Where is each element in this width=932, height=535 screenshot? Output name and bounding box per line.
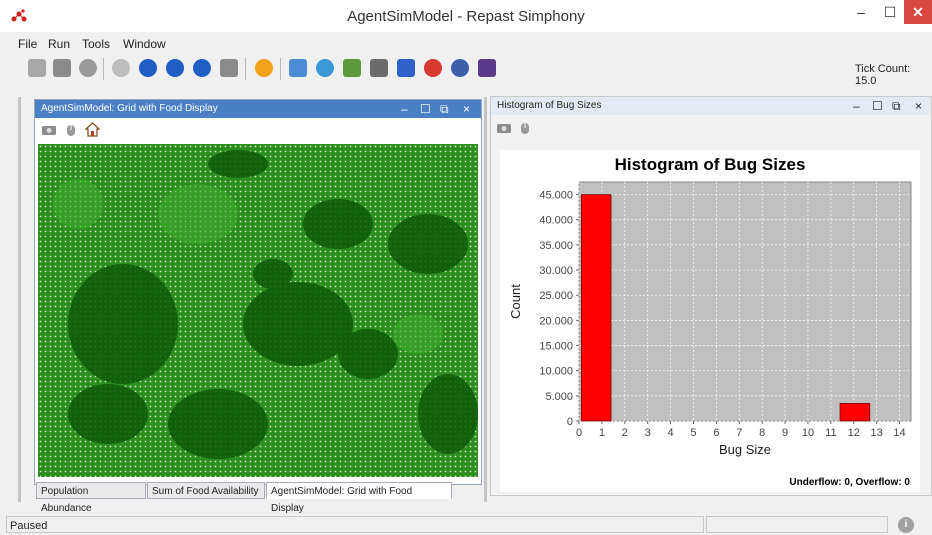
start-run-icon[interactable] <box>139 59 157 77</box>
camera-icon[interactable] <box>496 121 512 134</box>
step-run-icon[interactable] <box>166 59 184 77</box>
grid-panel-minimize-icon[interactable]: – <box>401 100 408 118</box>
underflow-overflow-label: Underflow: 0, Overflow: 0 <box>789 477 910 488</box>
x-tick-label: 12 <box>848 427 860 439</box>
chart-icon[interactable] <box>397 59 415 77</box>
database-icon[interactable] <box>79 59 97 77</box>
histogram-chart-area: Histogram of Bug Sizes 0 5.000 10.000 15.00… <box>500 150 920 492</box>
info-icon[interactable]: i <box>898 517 914 533</box>
histogram-panel-restore-icon[interactable]: ⧉ <box>892 97 901 115</box>
menu-bar: File Run Tools Window <box>0 34 932 52</box>
batch-run-icon[interactable] <box>255 59 273 77</box>
grid-panel-maximize-icon[interactable]: ☐ <box>420 100 431 118</box>
x-tick-label: 6 <box>713 427 719 439</box>
y-axis-label: Count <box>508 284 523 319</box>
x-tick-label: 9 <box>782 427 788 439</box>
server-icon[interactable] <box>451 59 469 77</box>
grid-display-panel: AgentSimModel: Grid with Food Display – … <box>34 99 482 485</box>
histogram-bar[interactable] <box>580 194 612 422</box>
menu-window[interactable]: Window <box>123 37 166 51</box>
grid-food-display[interactable] <box>38 144 478 477</box>
toolbar-separator <box>280 58 281 80</box>
x-tick-label: 10 <box>802 427 814 439</box>
histogram-panel-title-bar: Histogram of Bug Sizes – ☐ ⧉ × <box>491 97 931 115</box>
x-tick-label: 5 <box>690 427 696 439</box>
center-splitter[interactable] <box>484 97 487 502</box>
toolbar-separator <box>245 58 246 80</box>
y-tick-label: 45.000 <box>539 190 573 202</box>
menu-tools[interactable]: Tools <box>82 37 110 51</box>
y-tick-label: 5.000 <box>545 391 573 403</box>
histogram-panel-title: Histogram of Bug Sizes <box>497 100 602 111</box>
plot-background <box>578 181 912 422</box>
histogram-panel-minimize-icon[interactable]: – <box>853 97 860 115</box>
y-tick-label: 15.000 <box>539 341 573 353</box>
reset-run-icon[interactable] <box>220 59 238 77</box>
image-export-icon[interactable] <box>343 59 361 77</box>
status-progress-area <box>706 516 888 533</box>
x-axis-label: Bug Size <box>719 442 771 457</box>
window-title: AgentSimModel - Repast Simphony <box>347 8 585 25</box>
mouse-icon[interactable] <box>65 122 77 137</box>
status-message-area <box>6 516 704 533</box>
menu-file[interactable]: File <box>18 37 37 51</box>
x-tick-label: 14 <box>893 427 905 439</box>
y-tick-label: 25.000 <box>539 290 573 302</box>
load-model-icon[interactable] <box>28 59 46 77</box>
chart-title: Histogram of Bug Sizes <box>615 155 806 174</box>
grid-panel-title-bar: AgentSimModel: Grid with Food Display – … <box>35 100 481 118</box>
y-tick-label: 20.000 <box>539 315 573 327</box>
x-tick-label: 13 <box>871 427 883 439</box>
tab-sum-of-food-availability[interactable]: Sum of Food Availability <box>147 482 265 499</box>
histogram-chart: Histogram of Bug Sizes 0 5.000 10.000 15.00… <box>508 155 912 488</box>
x-tick-label: 11 <box>825 427 836 439</box>
agent-browser-icon[interactable] <box>316 59 334 77</box>
menu-run[interactable]: Run <box>48 37 70 51</box>
y-tick-label: 0 <box>567 416 573 428</box>
x-tick-label: 3 <box>645 427 651 439</box>
grid-panel-close-icon[interactable]: × <box>463 100 470 118</box>
histogram-panel-maximize-icon[interactable]: ☐ <box>872 97 883 115</box>
x-tick-label: 2 <box>622 427 628 439</box>
settings-icon[interactable] <box>370 59 388 77</box>
camera-icon[interactable] <box>41 123 57 136</box>
x-tick-label: 7 <box>736 427 742 439</box>
x-tick-label: 0 <box>576 427 582 439</box>
left-splitter[interactable] <box>18 97 21 502</box>
x-tick-label: 1 <box>599 427 605 439</box>
x-tick-label: 8 <box>759 427 765 439</box>
maximize-window-button[interactable]: ☐ <box>876 0 904 24</box>
y-tick-label: 10.000 <box>539 366 573 378</box>
minimize-window-button[interactable]: – <box>846 0 876 24</box>
mouse-icon[interactable] <box>519 120 531 135</box>
window-title-bar: AgentSimModel - Repast Simphony – ☐ ✕ <box>0 0 932 32</box>
home-icon[interactable] <box>85 122 100 137</box>
y-tick-label: 30.000 <box>539 265 573 277</box>
tick-count-label: Tick Count: 15.0 <box>855 63 911 87</box>
tab-grid-with-food-display[interactable]: AgentSimModel: Grid with Food Display <box>266 482 452 514</box>
x-tick-label: 4 <box>668 427 674 439</box>
grid-panel-title: AgentSimModel: Grid with Food Display <box>41 103 218 114</box>
pie-chart-icon[interactable] <box>424 59 442 77</box>
grid-panel-restore-icon[interactable]: ⧉ <box>440 100 449 118</box>
close-window-button[interactable]: ✕ <box>904 0 932 24</box>
histogram-panel-close-icon[interactable]: × <box>915 97 922 115</box>
y-tick-label: 40.000 <box>539 215 573 227</box>
y-tick-label: 35.000 <box>539 240 573 252</box>
y-axis-ticks: 0 5.000 10.000 15.000 20.000 25.000 30.000 35.0… <box>539 190 579 428</box>
cluster-icon[interactable] <box>478 59 496 77</box>
save-model-icon[interactable] <box>53 59 71 77</box>
status-text: Paused <box>10 520 48 532</box>
zoom-icon[interactable] <box>289 59 307 77</box>
power-icon[interactable] <box>112 59 130 77</box>
stop-run-icon[interactable] <box>193 59 211 77</box>
histogram-bar[interactable] <box>839 403 871 422</box>
toolbar-separator <box>103 58 104 80</box>
toolbar <box>0 54 932 84</box>
histogram-panel: Histogram of Bug Sizes – ☐ ⧉ × Histogram… <box>490 96 932 496</box>
x-axis-ticks: 0 1 2 3 4 5 6 7 8 9 10 11 12 13 14 <box>576 421 906 439</box>
tab-population-abundance[interactable]: Population Abundance <box>36 482 146 514</box>
